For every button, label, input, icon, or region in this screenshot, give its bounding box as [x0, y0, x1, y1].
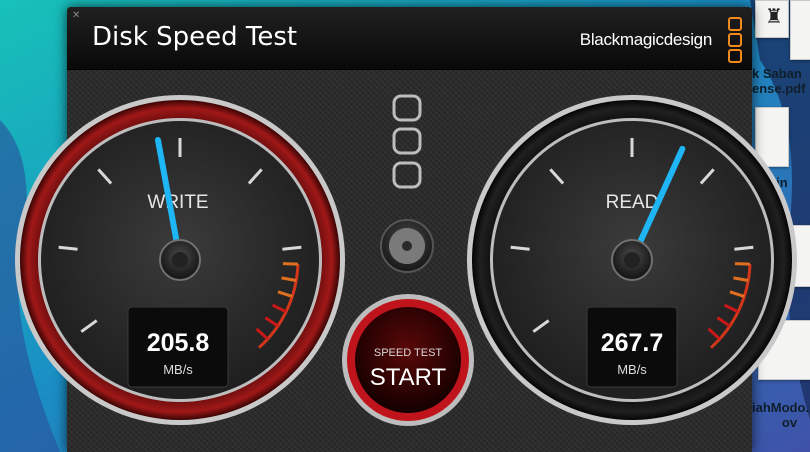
gauge-major-tick [510, 245, 530, 251]
write-gauge: WRITE 205.8 MB/s [15, 95, 345, 425]
read-speed-value: 267.7 [601, 329, 664, 357]
read-gauge-label: READ [606, 192, 659, 213]
read-needle-hub-center [624, 252, 640, 268]
read-speed-unit: MB/s [617, 362, 647, 377]
write-gauge-label: WRITE [147, 192, 208, 213]
gauge-major-tick [734, 245, 754, 251]
settings-button[interactable] [380, 219, 434, 273]
gear-icon-center [402, 241, 412, 251]
gauge-redline-tick [734, 262, 750, 266]
read-gauge: READ 267.7 MB/s [467, 95, 797, 425]
gauge-major-tick [282, 245, 302, 251]
write-speed-unit: MB/s [163, 362, 193, 377]
write-speed-value: 205.8 [147, 329, 210, 357]
start-button-label: START [370, 364, 447, 391]
center-logo-icon [392, 94, 422, 189]
speed-test-start-button[interactable]: SPEED TEST START [342, 294, 474, 426]
gauges-layer: WRITE 205.8 MB/s READ 267.7 MB/s SPEED T… [15, 94, 797, 426]
gauge-major-tick [58, 245, 78, 251]
gauge-redline-tick [282, 262, 298, 266]
start-button-caption: SPEED TEST [374, 347, 443, 359]
write-needle-hub-center [172, 252, 188, 268]
